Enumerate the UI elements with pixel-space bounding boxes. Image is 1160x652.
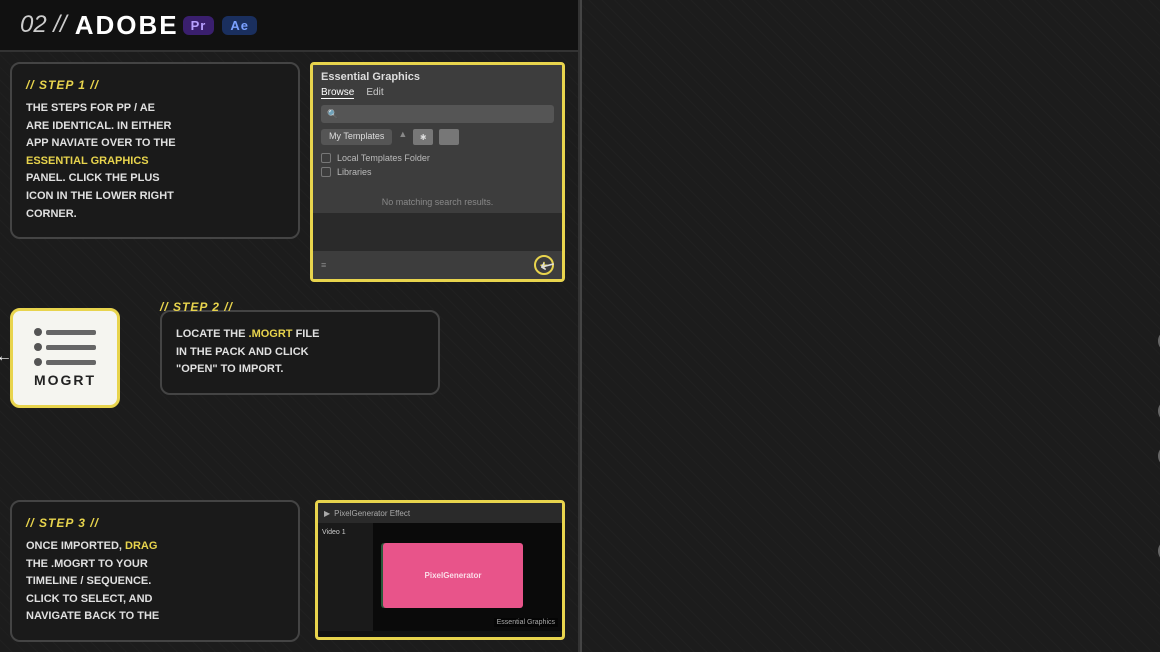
step3-left-box: // STEP 3 // ONCE IMPORTED, DRAG THE .MO… [10, 500, 300, 642]
step2-label-left: // STEP 2 // [160, 300, 233, 322]
step3-left-text: ONCE IMPORTED, DRAG THE .MOGRT TO YOUR T… [26, 538, 284, 626]
eg-buttons: My Templates ▲ ✱ [321, 129, 554, 145]
eg-template-row2: Libraries [321, 167, 554, 177]
texture-right [580, 0, 1160, 652]
step2-left-box: LOCATE THE .MOGRT FILE IN THE PACK AND C… [160, 310, 440, 395]
ae-badge: Ae [222, 16, 257, 35]
video-main: PixelGenerator Essential Graphics [373, 523, 562, 631]
mogrt-container: ←← MOGRT [10, 308, 120, 408]
eg-title: Essential Graphics [321, 71, 554, 83]
eg-edit-tab[interactable]: Edit [366, 87, 383, 99]
eg-search[interactable]: 🔍 [321, 105, 554, 123]
left-section-title: ADOBE [75, 10, 179, 41]
step1-left-text: THE STEPS FOR PP / AE ARE IDENTICAL. IN … [26, 100, 284, 223]
right-section: 04 // FINAL CUT 🎬 // STEP 1 // THE INSTA… [580, 0, 1160, 652]
eg-tabs: Browse Edit [321, 87, 554, 99]
premiere-badge: Pr [183, 16, 215, 35]
eg-panel: Essential Graphics Browse Edit 🔍 My Temp… [310, 62, 565, 282]
mogrt-label: MOGRT [34, 372, 96, 388]
video-left-panel: Video 1 [318, 523, 373, 631]
video-clip-pink: PixelGenerator [383, 543, 523, 608]
step1-left-box: // STEP 1 // THE STEPS FOR PP / AE ARE I… [10, 62, 300, 239]
section-divider [580, 0, 582, 652]
left-header: 02 // ADOBE Pr Ae [0, 0, 578, 52]
video-bottom-label: Essential Graphics [494, 618, 558, 627]
video-track: Video 1 [322, 527, 369, 538]
mogrt-lines [34, 328, 96, 366]
left-section: 02 // ADOBE Pr Ae // STEP 1 // THE STEPS… [0, 0, 580, 652]
eg-panel-inner: Essential Graphics Browse Edit 🔍 My Temp… [313, 65, 562, 213]
eg-my-templates-btn[interactable]: My Templates [321, 129, 392, 145]
left-section-num: 02 // [20, 11, 67, 39]
step2-left-text: LOCATE THE .MOGRT FILE IN THE PACK AND C… [176, 326, 424, 379]
mogrt-icon: MOGRT [10, 308, 120, 408]
eg-bottom-bar: ≡ + [313, 251, 562, 279]
video-timeline: ▶ PixelGenerator Effect [318, 503, 562, 523]
eg-template-row1: Local Templates Folder [321, 153, 554, 163]
video-canvas: Video 1 PixelGenerator Essential Graphic… [318, 523, 562, 631]
step1-left-label: // STEP 1 // [26, 78, 284, 92]
eg-browse-tab[interactable]: Browse [321, 87, 354, 99]
eg-no-match: No matching search results. [321, 197, 554, 207]
video-preview: ▶ PixelGenerator Effect Video 1 PixelGen… [315, 500, 565, 640]
